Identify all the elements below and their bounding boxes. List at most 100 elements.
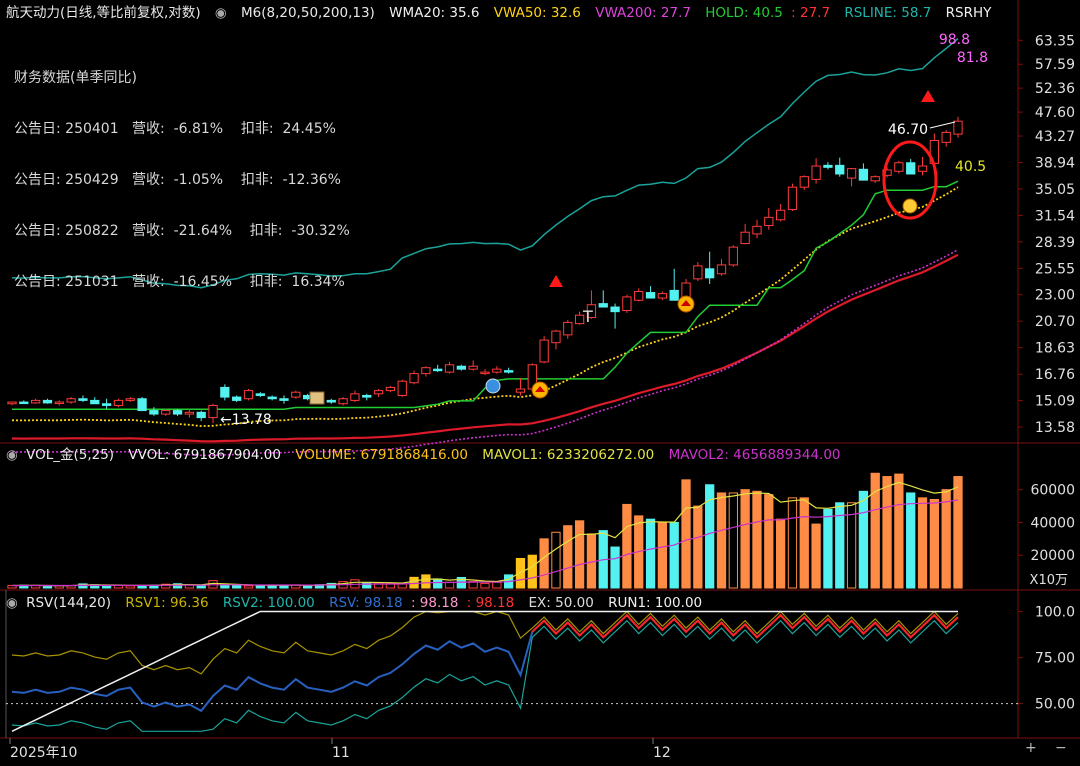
financial-row: 公告日: 250401 营收: -6.81% 扣非: 24.45% bbox=[14, 121, 336, 137]
candle-body bbox=[622, 296, 632, 311]
volume-bar bbox=[527, 554, 537, 589]
note-icon bbox=[309, 391, 325, 405]
rsrhy-label: RSRHY bbox=[945, 5, 992, 21]
volume-bar bbox=[669, 521, 679, 589]
vol-tick-label: 60000 bbox=[1030, 483, 1075, 499]
financial-row: 公告日: 251031 营收: -16.45% 扣非: 16.34% bbox=[14, 274, 345, 290]
candle-body bbox=[42, 399, 53, 404]
candle-body bbox=[634, 290, 644, 301]
volume-bar bbox=[858, 490, 869, 589]
candle-body bbox=[113, 399, 124, 406]
candle-body bbox=[172, 410, 183, 415]
candle-body bbox=[906, 162, 916, 175]
candle-body bbox=[858, 168, 869, 181]
vvol-value: VVOL: 6791867904.00 bbox=[128, 447, 281, 463]
candle-body bbox=[492, 368, 502, 373]
vol-tick-label: 40000 bbox=[1030, 515, 1075, 531]
volume-bar bbox=[302, 585, 313, 589]
rs-top-label: 98.8 bbox=[939, 32, 970, 48]
price-tick-label: 23.00 bbox=[1035, 288, 1075, 304]
volume-bar bbox=[846, 502, 857, 589]
price-tick-label: 35.05 bbox=[1035, 182, 1075, 198]
volume-bar bbox=[764, 494, 774, 589]
vwa200-value: VWA200: 27.7 bbox=[595, 5, 691, 21]
m6-label: M6(8,20,50,200,13) bbox=[241, 5, 375, 21]
candle-body bbox=[539, 339, 549, 363]
rsv-tick-label: 75.00 bbox=[1035, 651, 1075, 667]
candle-body bbox=[610, 306, 620, 313]
candle-body bbox=[149, 410, 159, 415]
volume-bar bbox=[444, 581, 455, 589]
vol-tick-label: 20000 bbox=[1030, 548, 1075, 564]
x-tick-label: 12 bbox=[653, 745, 671, 761]
hold2-value: : 27.7 bbox=[791, 5, 831, 21]
zoom-out-button[interactable]: − bbox=[1055, 740, 1067, 756]
candle-body bbox=[480, 371, 490, 375]
mavol2-value: MAVOL2: 4656889344.00 bbox=[668, 447, 841, 463]
candle-body bbox=[846, 168, 857, 179]
candle-body bbox=[433, 368, 443, 372]
volume-bar bbox=[574, 520, 585, 589]
volume-bar bbox=[125, 585, 135, 589]
x-tick-label: 2025年10 bbox=[10, 745, 77, 761]
candle-body bbox=[362, 394, 372, 398]
volume-bar bbox=[362, 581, 372, 589]
candle-body bbox=[693, 265, 703, 280]
price-tick-label: 52.36 bbox=[1035, 81, 1075, 97]
rsv-header: ◉ RSV(144,20) RSV1: 96.36 RSV2: 100.00 R… bbox=[0, 592, 712, 614]
candle-body bbox=[835, 164, 845, 175]
candle-body bbox=[208, 404, 218, 419]
volume-header: ◉ VOL_金(5,25) VVOL: 6791867904.00 VOLUME… bbox=[0, 444, 851, 466]
candle-body bbox=[90, 399, 100, 405]
financial-row: 公告日: 250429 营收: -1.05% 扣非: -12.36% bbox=[14, 172, 341, 188]
candle-body bbox=[373, 390, 384, 395]
price-tick-label: 13.58 bbox=[1035, 420, 1075, 436]
candle-body bbox=[291, 391, 301, 398]
mavol1-value: MAVOL1: 6233206272.00 bbox=[482, 447, 655, 463]
rsv-c2: : 98.18 bbox=[466, 595, 515, 611]
dropdown-icon[interactable]: ◉ bbox=[6, 595, 18, 611]
x-tick-label: 11 bbox=[332, 745, 350, 761]
candle-body bbox=[811, 165, 821, 180]
volume-value: VOLUME: 6791868416.00 bbox=[295, 447, 468, 463]
rsline-value: RSLINE: 58.7 bbox=[844, 5, 932, 21]
volume-bar bbox=[953, 476, 963, 589]
zoom-in-button[interactable]: + bbox=[1025, 740, 1037, 756]
candle-body bbox=[184, 411, 195, 415]
price-tick-label: 43.27 bbox=[1035, 129, 1075, 145]
candle-body bbox=[444, 364, 455, 373]
high-arrow bbox=[929, 121, 956, 129]
hold-tag-label: 40.5 bbox=[955, 159, 986, 175]
candle-body bbox=[456, 365, 466, 370]
wma20-value: WMA20: 35.6 bbox=[389, 5, 480, 21]
volume-bar bbox=[480, 582, 490, 589]
candle-body bbox=[716, 264, 727, 275]
low-price-label: ←13.78 bbox=[220, 412, 272, 428]
financial-data-panel: 财务数据(单季同比) 公告日: 250401 营收: -6.81% 扣非: 24… bbox=[14, 36, 350, 308]
candle-body bbox=[645, 292, 656, 299]
candle-body bbox=[894, 162, 904, 172]
candle-body bbox=[196, 411, 206, 419]
candle-body bbox=[799, 176, 809, 188]
candle-body bbox=[19, 401, 29, 405]
high-price-label: 46.70 bbox=[888, 122, 928, 138]
vwa50-value: VWA50: 32.6 bbox=[493, 5, 581, 21]
rsv1-line bbox=[11, 610, 959, 675]
price-tick-label: 63.35 bbox=[1035, 33, 1075, 49]
hold-value: HOLD: 40.5 bbox=[705, 5, 783, 21]
price-tick-label: 15.09 bbox=[1035, 394, 1075, 410]
price-tick-label: 28.39 bbox=[1035, 235, 1075, 251]
candle-body bbox=[279, 398, 289, 401]
volume-bar bbox=[787, 497, 798, 589]
candle-body bbox=[338, 398, 348, 405]
rs-top2-label: 81.8 bbox=[957, 50, 988, 66]
dropdown-icon[interactable]: ◉ bbox=[215, 5, 227, 21]
volume-bar bbox=[740, 489, 750, 589]
volume-bar bbox=[551, 531, 561, 589]
sell-marker bbox=[921, 90, 935, 102]
candle-body bbox=[101, 403, 112, 406]
volume-bar bbox=[421, 574, 431, 589]
volume-bar bbox=[433, 578, 443, 589]
volume-bar bbox=[906, 492, 916, 589]
dropdown-icon[interactable]: ◉ bbox=[6, 447, 18, 463]
